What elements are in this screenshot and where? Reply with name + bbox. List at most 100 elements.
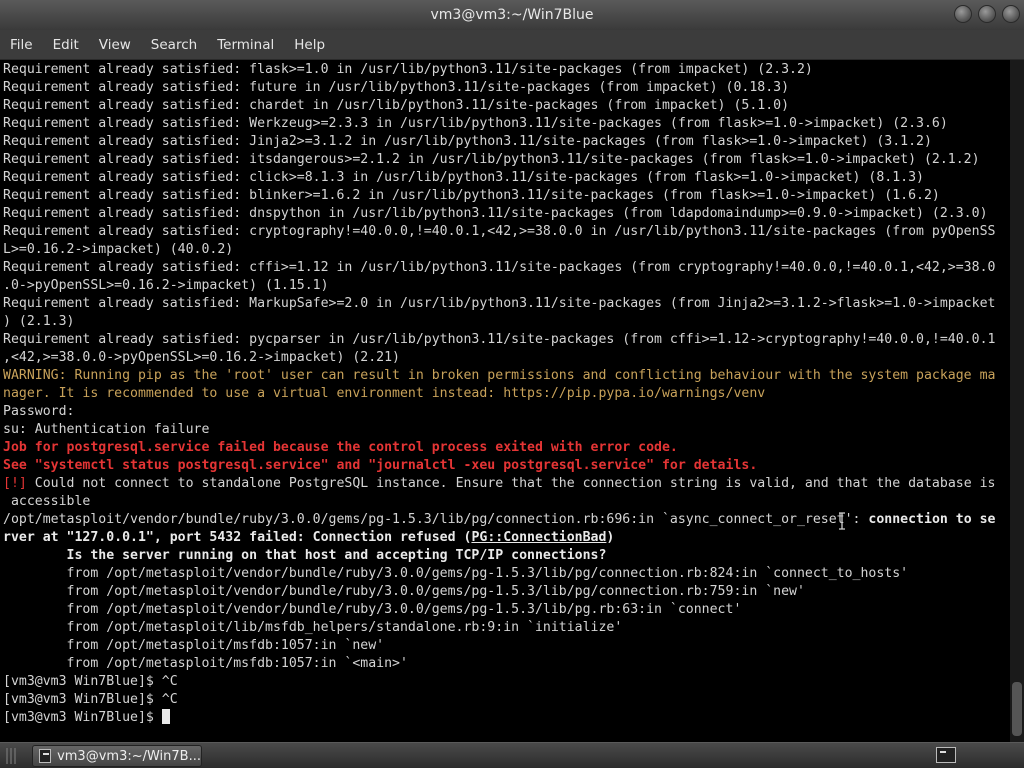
terminal-line: Job for postgresql.service failed becaus…: [3, 439, 995, 457]
terminal-text: from /opt/metasploit/lib/msfdb_helpers/s…: [3, 620, 623, 635]
terminal-line: WARNING: Running pip as the 'root' user …: [3, 367, 995, 385]
terminal-line: su: Authentication failure: [3, 421, 995, 439]
taskbar-grip: [6, 748, 18, 764]
terminal-text: from /opt/metasploit/msfdb:1057:in `new': [3, 638, 385, 653]
terminal-line: rver at "127.0.0.1", port 5432 failed: C…: [3, 529, 995, 547]
terminal-text: from /opt/metasploit/msfdb:1057:in `<mai…: [3, 656, 408, 671]
terminal-line: Requirement already satisfied: chardet i…: [3, 97, 995, 115]
terminal-line: from /opt/metasploit/vendor/bundle/ruby/…: [3, 583, 995, 601]
terminal-line: Requirement already satisfied: flask>=1.…: [3, 61, 995, 79]
terminal-text: su: Authentication failure: [3, 422, 210, 437]
tray-terminal-icon[interactable]: [936, 747, 958, 765]
terminal-line: [vm3@vm3 Win7Blue]$: [3, 709, 995, 727]
terminal-text: Password:: [3, 404, 75, 419]
ibeam-cursor-icon: [839, 512, 845, 530]
terminal-line: Requirement already satisfied: Jinja2>=3…: [3, 133, 995, 151]
terminal-text: [!]: [3, 476, 27, 491]
text-cursor: [161, 709, 170, 724]
terminal-line: Requirement already satisfied: cffi>=1.1…: [3, 259, 995, 277]
terminal-line: from /opt/metasploit/vendor/bundle/ruby/…: [3, 565, 995, 583]
terminal-text: Requirement already satisfied: future in…: [3, 80, 790, 95]
terminal-line: See "systemctl status postgresql.service…: [3, 457, 995, 475]
terminal-text: Requirement already satisfied: Jinja2>=3…: [3, 134, 932, 149]
terminal-line: accessible: [3, 493, 995, 511]
terminal-text: Requirement already satisfied: dnspython…: [3, 206, 988, 221]
window-title: vm3@vm3:~/Win7Blue: [430, 7, 594, 23]
terminal-text: Requirement already satisfied: Werkzeug>…: [3, 116, 948, 131]
terminal-line: from /opt/metasploit/msfdb:1057:in `new': [3, 637, 995, 655]
terminal-line: Is the server running on that host and a…: [3, 547, 995, 565]
terminal-line: Requirement already satisfied: future in…: [3, 79, 995, 97]
terminal-text: Requirement already satisfied: pycparser…: [3, 332, 996, 347]
terminal-text: rver at "127.0.0.1", port 5432 failed: C…: [3, 530, 472, 545]
terminal-text: Requirement already satisfied: cffi>=1.1…: [3, 260, 996, 275]
terminal-text: from /opt/metasploit/vendor/bundle/ruby/…: [3, 602, 742, 617]
terminal-text: Requirement already satisfied: itsdanger…: [3, 152, 980, 167]
taskbar-task-label: vm3@vm3:~/Win7B...: [57, 748, 201, 764]
maximize-button[interactable]: [978, 5, 996, 23]
terminal-line: from /opt/metasploit/lib/msfdb_helpers/s…: [3, 619, 995, 637]
terminal-text: accessible: [3, 494, 91, 509]
terminal-text: Is the server running on that host and a…: [3, 548, 607, 563]
terminal-text: [vm3@vm3 Win7Blue]$ ^C: [3, 692, 178, 707]
menu-search[interactable]: Search: [141, 30, 207, 59]
terminal-line: Requirement already satisfied: cryptogra…: [3, 223, 995, 241]
terminal-line: nager. It is recommended to use a virtua…: [3, 385, 995, 403]
terminal-text: connection to se: [868, 512, 996, 527]
taskbar-terminal-button[interactable]: vm3@vm3:~/Win7B...: [32, 745, 202, 767]
terminal-line: Requirement already satisfied: MarkupSaf…: [3, 295, 995, 313]
terminal-text: WARNING: Running pip as the 'root' user …: [3, 368, 996, 383]
window-controls: [954, 5, 1020, 23]
terminal-text: Requirement already satisfied: MarkupSaf…: [3, 296, 996, 311]
terminal-line: [!] Could not connect to standalone Post…: [3, 475, 995, 493]
terminal-text: Requirement already satisfied: click>=8.…: [3, 170, 924, 185]
menu-file[interactable]: File: [0, 30, 43, 59]
terminal-text: Job for postgresql.service failed becaus…: [3, 440, 678, 455]
title-bar: vm3@vm3:~/Win7Blue: [0, 0, 1024, 30]
terminal-text: from /opt/metasploit/vendor/bundle/ruby/…: [3, 566, 909, 581]
terminal-line: Requirement already satisfied: blinker>=…: [3, 187, 995, 205]
terminal-text: PG::ConnectionBad: [471, 530, 607, 545]
menu-terminal[interactable]: Terminal: [207, 30, 284, 59]
terminal-text: See "systemctl status postgresql.service…: [3, 458, 758, 473]
terminal-line: ,<42,>=38.0.0->pyOpenSSL>=0.16.2->impack…: [3, 349, 995, 367]
terminal-text: from /opt/metasploit/vendor/bundle/ruby/…: [3, 584, 805, 599]
terminal-text: Could not connect to standalone PostgreS…: [26, 476, 996, 491]
terminal-text: L>=0.16.2->impacket) (40.0.2): [3, 242, 234, 257]
terminal-line: [vm3@vm3 Win7Blue]$ ^C: [3, 673, 995, 691]
taskbar: vm3@vm3:~/Win7B...: [0, 742, 1024, 768]
terminal-text: ) (2.1.3): [3, 314, 75, 329]
terminal-scrollbar[interactable]: [1010, 60, 1024, 742]
scrollbar-thumb[interactable]: [1012, 682, 1022, 736]
terminal-line: Requirement already satisfied: Werkzeug>…: [3, 115, 995, 133]
terminal-output[interactable]: Requirement already satisfied: flask>=1.…: [0, 60, 1010, 742]
menu-edit[interactable]: Edit: [43, 30, 89, 59]
terminal-line: L>=0.16.2->impacket) (40.0.2): [3, 241, 995, 259]
terminal-line: [vm3@vm3 Win7Blue]$ ^C: [3, 691, 995, 709]
terminal-line: from /opt/metasploit/vendor/bundle/ruby/…: [3, 601, 995, 619]
terminal-line: from /opt/metasploit/msfdb:1057:in `<mai…: [3, 655, 995, 673]
terminal-line: Requirement already satisfied: pycparser…: [3, 331, 995, 349]
terminal-line: /opt/metasploit/vendor/bundle/ruby/3.0.0…: [3, 511, 995, 529]
menu-bar: File Edit View Search Terminal Help: [0, 30, 1024, 60]
terminal-line: Password:: [3, 403, 995, 421]
terminal-line: Requirement already satisfied: click>=8.…: [3, 169, 995, 187]
terminal-text: ): [606, 530, 615, 545]
menu-help[interactable]: Help: [284, 30, 335, 59]
close-button[interactable]: [1002, 5, 1020, 23]
terminal-text: /opt/metasploit/vendor/bundle/ruby/3.0.0…: [3, 512, 869, 527]
terminal-text: [vm3@vm3 Win7Blue]$ ^C: [3, 674, 178, 689]
terminal-text: Requirement already satisfied: blinker>=…: [3, 188, 940, 203]
terminal-text: Requirement already satisfied: flask>=1.…: [3, 62, 813, 77]
terminal-line: Requirement already satisfied: itsdanger…: [3, 151, 995, 169]
terminal-text: Requirement already satisfied: chardet i…: [3, 98, 790, 113]
terminal-line: ) (2.1.3): [3, 313, 995, 331]
terminal-text: nager. It is recommended to use a virtua…: [3, 386, 766, 401]
menu-view[interactable]: View: [89, 30, 141, 59]
terminal-icon: [39, 749, 52, 763]
minimize-button[interactable]: [954, 5, 972, 23]
terminal-line: .0->pyOpenSSL>=0.16.2->impacket) (1.15.1…: [3, 277, 995, 295]
terminal-icon: [936, 747, 956, 763]
terminal-line: Requirement already satisfied: dnspython…: [3, 205, 995, 223]
terminal-lines: Requirement already satisfied: flask>=1.…: [3, 61, 995, 727]
